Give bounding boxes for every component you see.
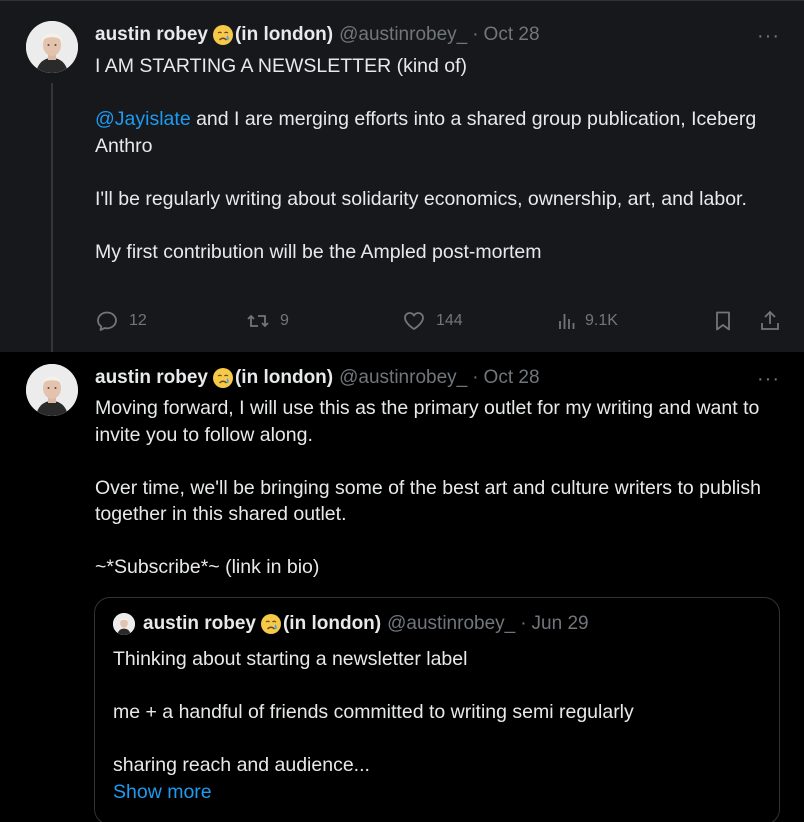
mention-link[interactable]: @Jayislate [95, 108, 191, 130]
tweet-date[interactable]: Oct 28 [484, 24, 540, 46]
share-button[interactable] [758, 309, 782, 333]
tweet-date: Jun 29 [531, 613, 589, 634]
avatar [113, 613, 135, 635]
tweet[interactable]: austin robey (in london) @austinrobey_ ·… [0, 0, 804, 357]
separator-dot: · [472, 367, 479, 388]
tweet-header: austin robey (in london) @austinrobey_ ·… [95, 22, 540, 48]
reply-button[interactable]: 12 [95, 309, 147, 333]
tweet-line-text: and I are merging efforts into a shared … [95, 108, 757, 157]
crying-face-icon [260, 613, 282, 635]
author-handle[interactable]: @austinrobey_ [339, 24, 467, 46]
crying-face-icon [212, 24, 234, 46]
avatar[interactable] [26, 21, 78, 73]
author-name[interactable]: austin robey [95, 367, 208, 389]
like-button[interactable]: 144 [402, 309, 463, 333]
tweet-line: I AM STARTING A NEWSLETTER (kind of) [95, 55, 468, 77]
crying-face-icon [212, 367, 234, 389]
views-icon [559, 314, 575, 329]
share-icon [761, 310, 779, 330]
tweet-line: Thinking about starting a newsletter lab… [113, 648, 468, 670]
reply-count: 12 [129, 312, 147, 329]
tweet-header: austin robey (in london) @austinrobey_ ·… [95, 365, 540, 391]
quoted-tweet-header: austin robey (in london) @austinrobey_ ·… [113, 613, 589, 635]
repost-button[interactable]: 9 [246, 309, 289, 333]
heart-icon [404, 312, 424, 330]
author-name-suffix: (in london) [234, 367, 334, 388]
tweet-text: I AM STARTING A NEWSLETTER (kind of) @Ja… [95, 53, 775, 265]
tweet-line: Over time, we'll be bringing some of the… [95, 476, 761, 526]
tweet-line: ~*Subscribe*~ (link in bio) [95, 556, 320, 578]
bookmark-button[interactable] [711, 309, 735, 333]
bookmark-icon [716, 311, 730, 331]
author-name-suffix: (in london) [234, 24, 334, 45]
author-name[interactable]: austin robey [95, 24, 208, 46]
quoted-tweet[interactable]: austin robey (in london) @austinrobey_ ·… [94, 597, 780, 822]
tweet-date[interactable]: Oct 28 [484, 367, 540, 389]
tweet[interactable]: austin robey (in london) @austinrobey_ ·… [0, 352, 804, 822]
like-count: 144 [436, 312, 463, 329]
author-handle: @austinrobey_ [387, 613, 516, 634]
more-options-icon[interactable]: ··· [757, 26, 780, 46]
tweet-line: Moving forward, I will use this as the p… [95, 397, 760, 446]
tweet-line: My first contribution will be the Ampled… [95, 240, 542, 263]
tweet-line: @Jayislate and I are merging efforts int… [95, 106, 775, 159]
tweet-text: Moving forward, I will use this as the p… [95, 395, 775, 581]
show-more-link[interactable]: Show more [113, 779, 763, 806]
tweet-actions: 12 9 144 9.1K [95, 309, 785, 335]
separator-dot: · [520, 613, 527, 634]
separator-dot: · [472, 24, 479, 45]
more-options-icon[interactable]: ··· [757, 369, 780, 389]
tweet-line: me + a handful of friends committed to w… [113, 701, 634, 723]
repost-icon [247, 314, 269, 328]
view-count: 9.1K [585, 312, 618, 329]
tweet-line: I'll be regularly writing about solidari… [95, 187, 747, 210]
thread-connector-line [51, 83, 53, 357]
avatar[interactable] [26, 364, 78, 416]
author-name: austin robey [143, 613, 256, 634]
repost-count: 9 [280, 312, 289, 329]
quoted-tweet-text: Thinking about starting a newsletter lab… [113, 646, 763, 805]
reply-icon [97, 311, 117, 331]
author-name-suffix: (in london) [282, 613, 382, 634]
author-handle[interactable]: @austinrobey_ [339, 367, 467, 389]
views-button[interactable]: 9.1K [555, 309, 618, 333]
tweet-line: sharing reach and audience... [113, 754, 370, 776]
tweet-thread: austin robey (in london) @austinrobey_ ·… [0, 0, 804, 822]
